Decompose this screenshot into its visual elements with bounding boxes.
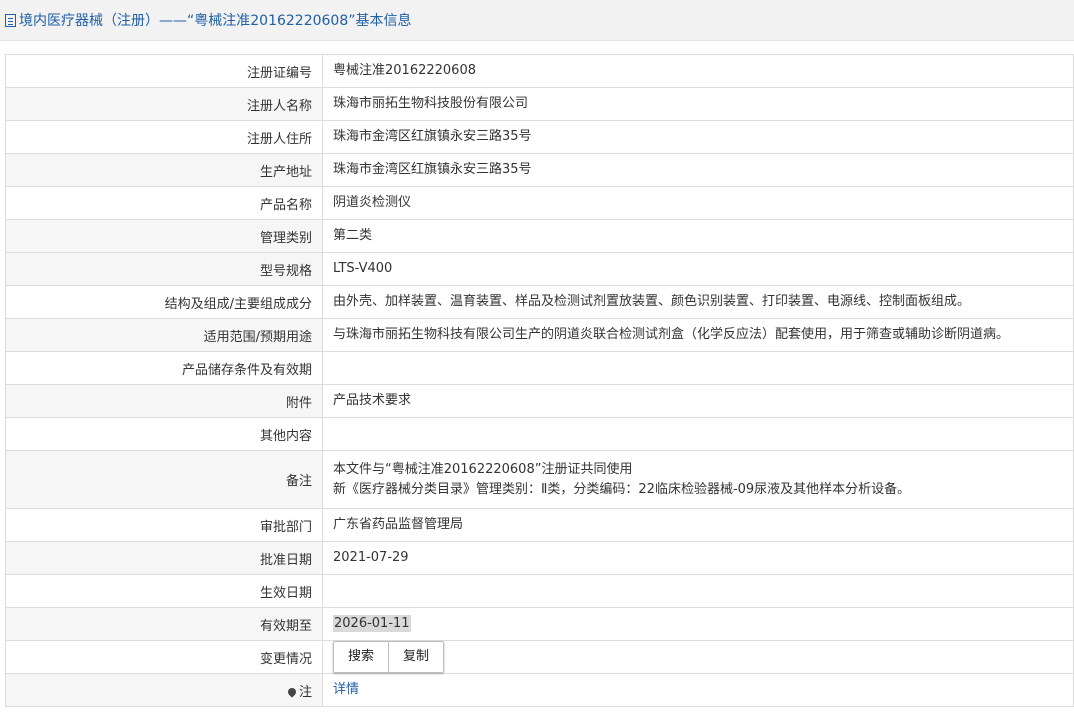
table-row: 管理类别 第二类 [5,219,1074,253]
action-button-group: 搜索 复制 [333,641,445,673]
row-value: 产品技术要求 [322,384,1074,418]
table-row: 生效日期 [5,574,1074,608]
row-value: 由外壳、加样装置、温育装置、样品及检测试剂置放装置、颜色识别装置、打印装置、电源… [322,285,1074,319]
table-row: 注册人住所 珠海市金湾区红旗镇永安三路35号 [5,120,1074,154]
row-value [322,351,1074,385]
table-row: 批准日期 2021-07-29 [5,541,1074,575]
remark-line-2: 新《医疗器械分类目录》管理类别：Ⅱ类，分类编码：22临床检验器械-09尿液及其他… [333,481,911,497]
row-label: 生效日期 [5,574,323,608]
row-value: 2021-07-29 [322,541,1074,575]
row-value: 搜索 复制 [322,640,1074,674]
row-label: 注册证编号 [5,54,323,88]
table-row: 注 详情 [5,673,1074,707]
row-label: 附件 [5,384,323,418]
table-row: 产品储存条件及有效期 [5,351,1074,385]
table-row: 附件 产品技术要求 [5,384,1074,418]
table-row: 注册证编号 粤械注准20162220608 [5,54,1074,88]
table-row: 变更情况 搜索 复制 [5,640,1074,674]
row-label: 生产地址 [5,153,323,187]
row-value: 与珠海市丽拓生物科技有限公司生产的阴道炎联合检测试剂盒（化学反应法）配套使用，用… [322,318,1074,352]
table-row: 型号规格 LTS-V400 [5,252,1074,286]
row-label: 注 [5,673,323,707]
row-label: 其他内容 [5,417,323,451]
row-value: 详情 [322,673,1074,707]
row-value: 粤械注准20162220608 [322,54,1074,88]
row-label: 适用范围/预期用途 [5,318,323,352]
row-value: 本文件与“粤械注准20162220608”注册证共同使用 新《医疗器械分类目录》… [322,450,1074,509]
table-row: 注册人名称 珠海市丽拓生物科技股份有限公司 [5,87,1074,121]
row-value: 2026-01-11 [322,607,1074,641]
table-row: 生产地址 珠海市金湾区红旗镇永安三路35号 [5,153,1074,187]
row-label: 注册人住所 [5,120,323,154]
remark-line-1: 本文件与“粤械注准20162220608”注册证共同使用 [333,461,633,477]
row-label: 型号规格 [5,252,323,286]
table-row: 适用范围/预期用途 与珠海市丽拓生物科技有限公司生产的阴道炎联合检测试剂盒（化学反… [5,318,1074,352]
copy-button[interactable]: 复制 [388,642,443,672]
row-value [322,417,1074,451]
table-row: 审批部门 广东省药品监督管理局 [5,508,1074,542]
row-value: 珠海市金湾区红旗镇永安三路35号 [322,153,1074,187]
row-label: 备注 [5,450,323,509]
document-icon [5,13,16,27]
row-value: 珠海市丽拓生物科技股份有限公司 [322,87,1074,121]
table-row: 其他内容 [5,417,1074,451]
map-pin-icon [286,686,298,698]
table-row: 产品名称 阴道炎检测仪 [5,186,1074,220]
row-value [322,574,1074,608]
row-label: 产品名称 [5,186,323,220]
table-row: 备注 本文件与“粤械注准20162220608”注册证共同使用 新《医疗器械分类… [5,450,1074,509]
search-button[interactable]: 搜索 [334,642,388,672]
details-link[interactable]: 详情 [333,682,359,697]
row-label: 有效期至 [5,607,323,641]
page-header: 境内医疗器械（注册）——“粤械注准20162220608”基本信息 [0,0,1074,41]
row-value: 第二类 [322,219,1074,253]
table-row: 有效期至 2026-01-11 [5,607,1074,641]
row-value: 阴道炎检测仪 [322,186,1074,220]
table-row: 结构及组成/主要组成成分 由外壳、加样装置、温育装置、样品及检测试剂置放装置、颜色… [5,285,1074,319]
row-label: 审批部门 [5,508,323,542]
expiry-date: 2026-01-11 [333,615,411,632]
row-label: 变更情况 [5,640,323,674]
row-value: LTS-V400 [322,252,1074,286]
row-value: 广东省药品监督管理局 [322,508,1074,542]
info-table: 注册证编号 粤械注准20162220608 注册人名称 珠海市丽拓生物科技股份有限公… [5,54,1074,707]
page-title: 境内医疗器械（注册）——“粤械注准20162220608”基本信息 [19,13,412,29]
row-value: 珠海市金湾区红旗镇永安三路35号 [322,120,1074,154]
row-label: 结构及组成/主要组成成分 [5,285,323,319]
row-label: 批准日期 [5,541,323,575]
row-label: 产品储存条件及有效期 [5,351,323,385]
note-label: 注 [298,684,312,700]
row-label: 管理类别 [5,219,323,253]
row-label: 注册人名称 [5,87,323,121]
